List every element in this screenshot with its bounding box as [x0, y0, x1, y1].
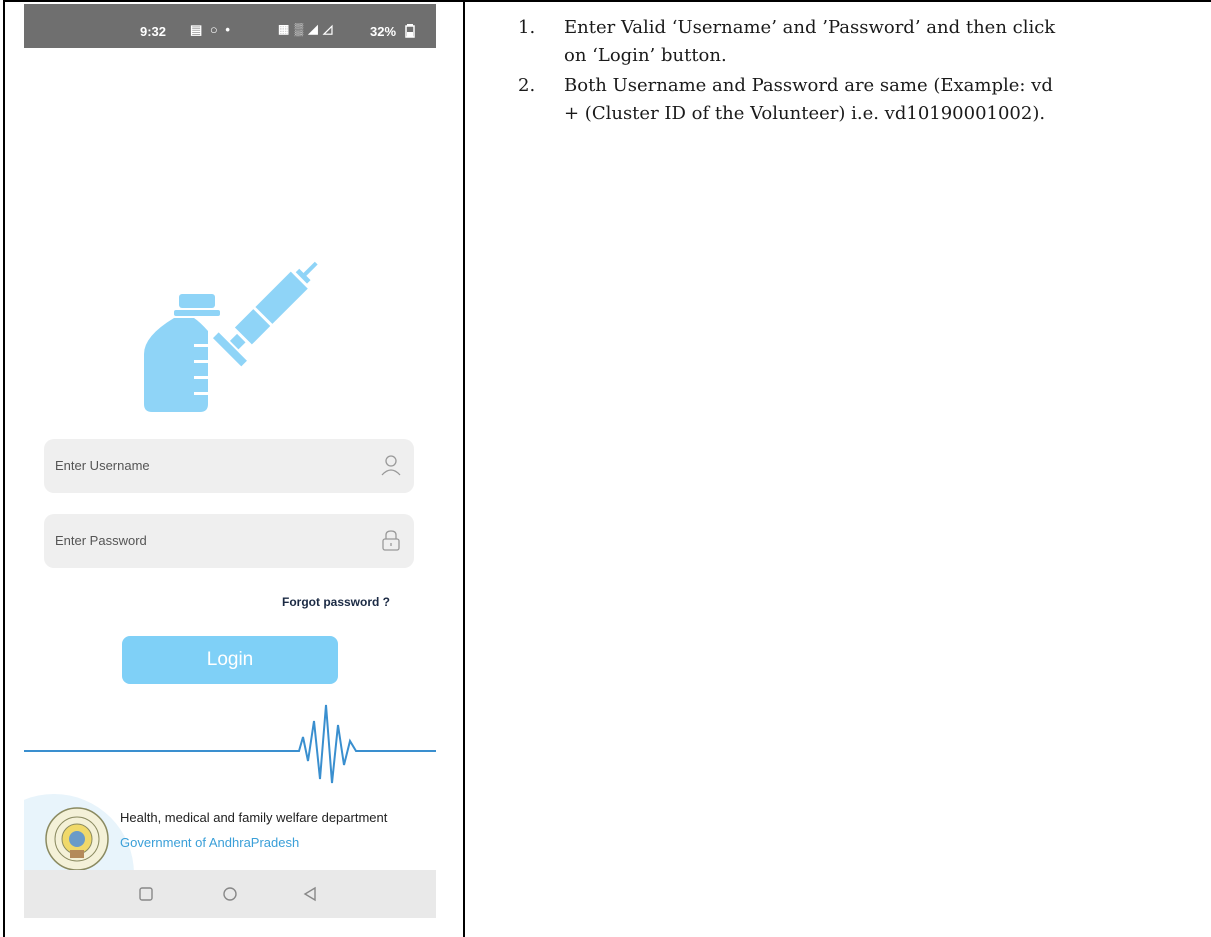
password-input[interactable]: Enter Password — [44, 514, 414, 568]
signal-icons: ▦ ▒ ◢ ◿ — [278, 22, 334, 36]
step-text-line: Enter Valid ‘Username’ and ’Password’ an… — [564, 17, 1056, 38]
forgot-password-link[interactable]: Forgot password ? — [282, 595, 390, 609]
heartbeat-line-icon — [24, 704, 436, 784]
instruction-step: 2. Both Username and Password are same (… — [494, 72, 1211, 128]
step-text-line: on ‘Login’ button. — [564, 45, 727, 66]
vaccine-logo-icon — [144, 261, 318, 412]
username-input[interactable]: Enter Username — [44, 439, 414, 493]
android-nav-bar — [24, 870, 436, 918]
back-icon[interactable] — [300, 884, 320, 904]
password-placeholder: Enter Password — [55, 533, 147, 548]
status-bar: 9:32 ▤ ○ • ▦ ▒ ◢ ◿ 32% — [24, 4, 436, 48]
battery-level: 32% — [370, 24, 397, 39]
status-time: 9:32 — [140, 24, 167, 39]
home-icon[interactable] — [220, 884, 240, 904]
step-text-line: Both Username and Password are same (Exa… — [564, 75, 1053, 96]
lock-icon — [382, 530, 400, 551]
step-number: 1. — [518, 17, 536, 38]
table-left-border — [3, 0, 5, 937]
step-number: 2. — [518, 75, 536, 96]
table-column-divider — [463, 0, 465, 937]
government-name: Government of AndhraPradesh — [120, 835, 300, 850]
department-name: Health, medical and family welfare depar… — [120, 810, 388, 825]
step-text-line: + (Cluster ID of the Volunteer) i.e. vd1… — [564, 103, 1046, 124]
recent-apps-icon[interactable] — [136, 884, 156, 904]
instruction-step: 1. Enter Valid ‘Username’ and ’Password’… — [494, 14, 1211, 70]
battery-icon — [405, 24, 415, 38]
instructions-list: 1. Enter Valid ‘Username’ and ’Password’… — [494, 14, 1211, 130]
state-seal-icon — [45, 807, 109, 871]
notification-icons: ▤ ○ • — [190, 22, 232, 37]
login-button[interactable]: Login — [122, 636, 338, 684]
phone-screenshot: 9:32 ▤ ○ • ▦ ▒ ◢ ◿ 32% Enter Username En… — [24, 4, 436, 918]
person-icon — [381, 455, 401, 476]
table-top-border — [3, 0, 1211, 2]
username-placeholder: Enter Username — [55, 458, 150, 473]
